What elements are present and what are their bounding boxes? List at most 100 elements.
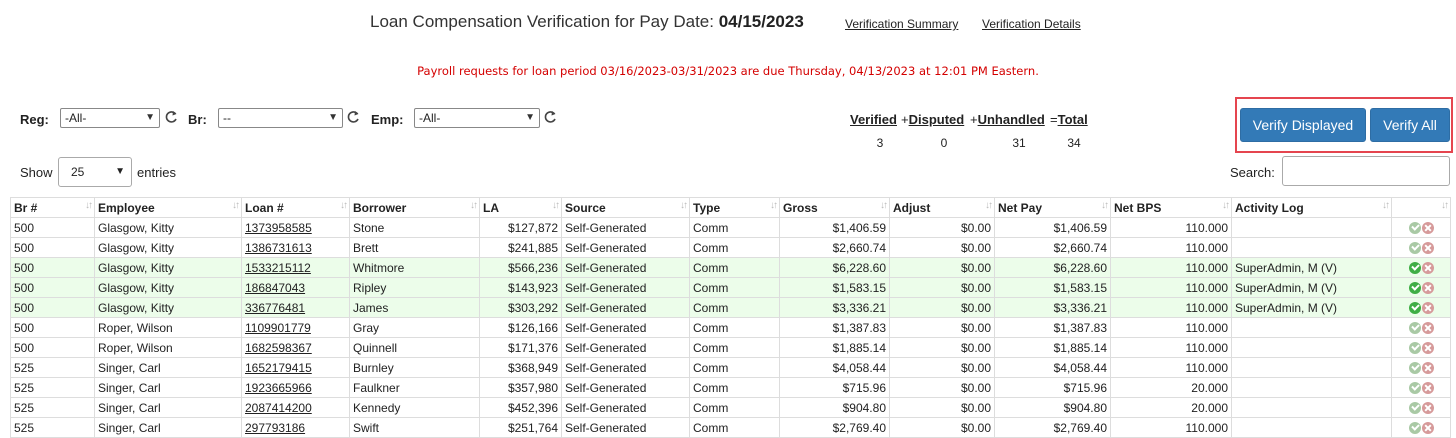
page-length-select[interactable]: 25 ▼ <box>58 157 132 187</box>
column-header-net-pay[interactable]: Net Pay ↓↑ <box>994 197 1111 218</box>
cell-employee: Glasgow, Kitty <box>94 237 242 258</box>
dispute-x-icon[interactable] <box>1421 362 1434 375</box>
cell-loan: 2087414200 <box>241 397 350 418</box>
verify-check-icon[interactable] <box>1408 302 1421 315</box>
cell-type: Comm <box>689 277 780 298</box>
cell-br: 500 <box>10 277 95 298</box>
reg-select[interactable]: -All- ▼ <box>60 108 160 128</box>
loan-number-link[interactable]: 1682598367 <box>245 341 312 355</box>
reg-refresh-icon[interactable] <box>164 109 178 125</box>
stat-disputed-label: +Disputed <box>901 112 964 127</box>
column-header-adjust[interactable]: Adjust ↓↑ <box>889 197 995 218</box>
column-header-label: Gross <box>783 200 818 215</box>
column-header-source[interactable]: Source ↓↑ <box>561 197 690 218</box>
cell-source: Self-Generated <box>561 277 690 298</box>
column-header-employee[interactable]: Employee ↓↑ <box>94 197 242 218</box>
loan-number-link[interactable]: 336776481 <box>245 301 305 315</box>
chevron-down-icon: ▼ <box>525 112 535 123</box>
cell-actions <box>1391 357 1451 378</box>
cell-bps: 20.000 <box>1110 397 1232 418</box>
cell-adjust: $0.00 <box>889 317 995 338</box>
cell-gross: $4,058.44 <box>779 357 890 378</box>
table-row: 500 Glasgow, Kitty 186847043 Ripley $143,923… <box>10 277 1451 298</box>
dispute-x-icon[interactable] <box>1421 242 1434 255</box>
sort-icon: ↓↑ <box>680 200 688 211</box>
chevron-down-icon: ▼ <box>115 166 125 177</box>
stat-total-label: =Total <box>1050 112 1088 127</box>
column-header-borrower[interactable]: Borrower ↓↑ <box>349 197 480 218</box>
sort-icon: ↓↑ <box>470 200 478 211</box>
cell-la: $251,764 <box>479 417 562 438</box>
loan-number-link[interactable]: 1109901779 <box>245 321 311 335</box>
loan-number-link[interactable]: 2087414200 <box>245 401 312 415</box>
br-refresh-icon[interactable] <box>346 109 360 125</box>
show-label: Show <box>20 165 53 180</box>
verify-check-icon[interactable] <box>1408 382 1421 395</box>
cell-log <box>1231 217 1392 238</box>
dispute-x-icon[interactable] <box>1421 222 1434 235</box>
column-header-net-bps[interactable]: Net BPS ↓↑ <box>1110 197 1232 218</box>
verification-details-link[interactable]: Verification Details <box>982 17 1081 31</box>
dispute-x-icon[interactable] <box>1421 302 1434 315</box>
cell-net: $4,058.44 <box>994 357 1111 378</box>
column-header-br[interactable]: Br # ↓↑ <box>10 197 95 218</box>
unhandled-label-text: Unhandled <box>977 112 1045 127</box>
br-select[interactable]: -- ▼ <box>218 108 343 128</box>
table-row: 525 Singer, Carl 1923665966 Faulkner $357,98… <box>10 377 1451 398</box>
sort-icon: ↓↑ <box>552 200 560 211</box>
column-header-type[interactable]: Type ↓↑ <box>689 197 780 218</box>
cell-actions <box>1391 297 1451 318</box>
emp-label: Emp: <box>371 112 404 127</box>
verify-check-icon[interactable] <box>1408 222 1421 235</box>
loan-number-link[interactable]: 1652179415 <box>245 361 312 375</box>
cell-bps: 110.000 <box>1110 217 1232 238</box>
verify-displayed-button[interactable]: Verify Displayed <box>1240 108 1366 142</box>
column-header-la[interactable]: LA ↓↑ <box>479 197 562 218</box>
cell-br: 525 <box>10 397 95 418</box>
verify-check-icon[interactable] <box>1408 282 1421 295</box>
cell-loan: 336776481 <box>241 297 350 318</box>
loan-number-link[interactable]: 1386731613 <box>245 241 312 255</box>
column-header-activity-log[interactable]: Activity Log ↓↑ <box>1231 197 1392 218</box>
cell-type: Comm <box>689 337 780 358</box>
cell-la: $368,949 <box>479 357 562 378</box>
cell-log <box>1231 397 1392 418</box>
cell-borrower: James <box>349 297 480 318</box>
column-header-actions[interactable]: ↓↑ <box>1391 197 1451 218</box>
loan-number-link[interactable]: 186847043 <box>245 281 305 295</box>
search-input[interactable] <box>1282 156 1450 186</box>
emp-select[interactable]: -All- ▼ <box>414 108 540 128</box>
verify-check-icon[interactable] <box>1408 262 1421 275</box>
loans-table: Br # ↓↑ Employee ↓↑ Loan # ↓↑ Borrower ↓↑ LA ↓↑ So… <box>10 197 1451 438</box>
emp-refresh-icon[interactable] <box>543 109 557 125</box>
column-header-gross[interactable]: Gross ↓↑ <box>779 197 890 218</box>
cell-adjust: $0.00 <box>889 357 995 378</box>
dispute-x-icon[interactable] <box>1421 402 1434 415</box>
unhandled-prefix: + <box>970 112 978 127</box>
verify-check-icon[interactable] <box>1408 362 1421 375</box>
verification-summary-link[interactable]: Verification Summary <box>845 17 958 31</box>
loan-number-link[interactable]: 297793186 <box>245 421 305 435</box>
dispute-x-icon[interactable] <box>1421 342 1434 355</box>
verify-check-icon[interactable] <box>1408 342 1421 355</box>
dispute-x-icon[interactable] <box>1421 322 1434 335</box>
verify-check-icon[interactable] <box>1408 242 1421 255</box>
sort-icon: ↓↑ <box>770 200 778 211</box>
loan-number-link[interactable]: 1923665966 <box>245 381 312 395</box>
dispute-x-icon[interactable] <box>1421 422 1434 435</box>
dispute-x-icon[interactable] <box>1421 262 1434 275</box>
dispute-x-icon[interactable] <box>1421 282 1434 295</box>
loan-number-link[interactable]: 1533215112 <box>245 261 311 275</box>
column-header-loan[interactable]: Loan # ↓↑ <box>241 197 350 218</box>
dispute-x-icon[interactable] <box>1421 382 1434 395</box>
verify-check-icon[interactable] <box>1408 402 1421 415</box>
verify-check-icon[interactable] <box>1408 422 1421 435</box>
loan-number-link[interactable]: 1373958585 <box>245 221 312 235</box>
entries-label: entries <box>137 165 177 180</box>
table-row: 500 Glasgow, Kitty 336776481 James $303,292 S… <box>10 297 1451 318</box>
cell-gross: $2,660.74 <box>779 237 890 258</box>
verify-all-button[interactable]: Verify All <box>1370 108 1450 142</box>
cell-actions <box>1391 417 1451 438</box>
cell-adjust: $0.00 <box>889 377 995 398</box>
verify-check-icon[interactable] <box>1408 322 1421 335</box>
